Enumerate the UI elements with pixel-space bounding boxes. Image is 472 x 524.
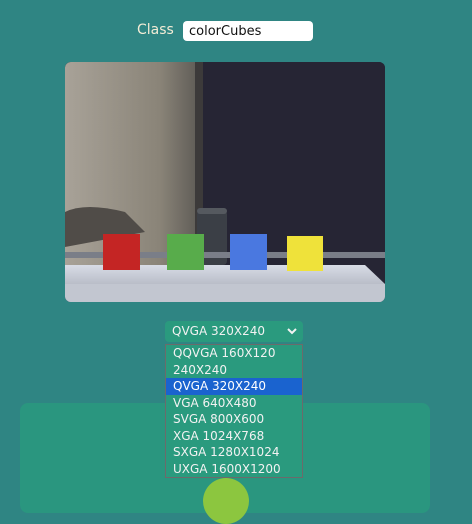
resolution-options-list: QQVGA 160X120 240X240 QVGA 320X240 VGA 6… (165, 344, 303, 478)
resolution-option-svga[interactable]: SVGA 800X600 (166, 411, 302, 428)
resolution-select[interactable]: QVGA 320X240 (165, 321, 303, 342)
resolution-option-qvga[interactable]: QVGA 320X240 (166, 378, 302, 395)
capture-button[interactable] (203, 478, 249, 524)
red-cube (103, 234, 140, 270)
yellow-cube (287, 236, 323, 271)
blue-cube (230, 234, 267, 270)
resolution-option-xga[interactable]: XGA 1024X768 (166, 428, 302, 445)
resolution-option-vga[interactable]: VGA 640X480 (166, 395, 302, 412)
green-cube (167, 234, 204, 270)
class-label: Class (137, 22, 174, 38)
resolution-selected-value: QVGA 320X240 (172, 324, 266, 338)
chevron-down-icon (287, 328, 297, 335)
resolution-option-uxga[interactable]: UXGA 1600X1200 (166, 461, 302, 478)
resolution-option-qqvga[interactable]: QQVGA 160X120 (166, 345, 302, 362)
camera-image (65, 62, 385, 302)
resolution-option-240x240[interactable]: 240X240 (166, 362, 302, 379)
camera-preview (65, 62, 385, 302)
class-name-input[interactable] (183, 21, 313, 41)
resolution-option-sxga[interactable]: SXGA 1280X1024 (166, 444, 302, 461)
